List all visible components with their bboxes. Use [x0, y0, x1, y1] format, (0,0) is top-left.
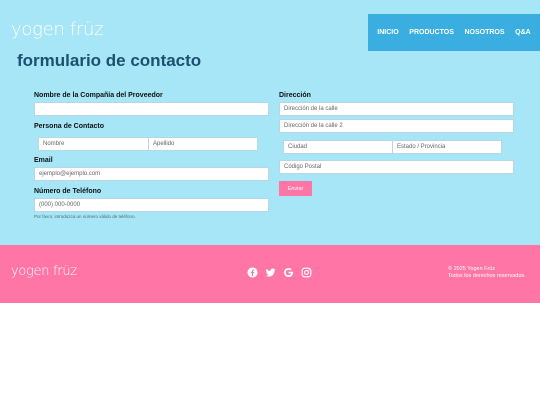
- submit-button[interactable]: Enviar: [279, 181, 312, 196]
- first-name-field[interactable]: Nombre: [38, 137, 149, 151]
- postal-code-field[interactable]: Código Postal: [279, 160, 514, 174]
- phone-label: Número de Teléfono: [34, 188, 102, 195]
- page-title: formulario de contacto: [17, 51, 202, 70]
- footer-logo[interactable]: yogen früz: [11, 264, 77, 279]
- company-field[interactable]: [34, 102, 269, 116]
- social-links: [246, 266, 312, 278]
- nav-qa[interactable]: Q&A: [515, 29, 531, 36]
- copyright: © 2025 Yogen Früz Todos los derechos res…: [448, 266, 526, 280]
- email-field[interactable]: ejemplo@ejemplo.com: [34, 167, 269, 181]
- contact-label: Persona de Contacto: [34, 123, 105, 130]
- city-field[interactable]: Ciudad: [283, 140, 393, 154]
- twitter-icon[interactable]: [264, 266, 276, 278]
- footer: yogen früz © 2025 Yogen Früz Todos los d…: [0, 245, 540, 303]
- copyright-line2: Todos los derechos reservados.: [448, 273, 526, 279]
- facebook-icon[interactable]: [246, 266, 258, 278]
- nav-productos[interactable]: PRODUCTOS: [409, 29, 454, 36]
- logo[interactable]: yogen früz: [11, 19, 104, 40]
- instagram-icon[interactable]: [300, 266, 312, 278]
- street-field[interactable]: Dirección de la calle: [279, 102, 514, 116]
- nav-nosotros[interactable]: NOSOTROS: [464, 29, 504, 36]
- copyright-line1: © 2025 Yogen Früz: [448, 266, 496, 272]
- last-name-field[interactable]: Apellido: [148, 137, 258, 151]
- email-label: Email: [34, 157, 53, 164]
- street2-field[interactable]: Dirección de la calle 2: [279, 119, 514, 133]
- main-nav: INICIO PRODUCTOS NOSOTROS Q&A: [368, 14, 540, 51]
- google-icon[interactable]: [282, 266, 294, 278]
- company-label: Nombre de la Compañía del Proveedor: [34, 92, 163, 99]
- nav-inicio[interactable]: INICIO: [377, 29, 398, 36]
- phone-help-text: Por favor, introduzca un número válido d…: [34, 214, 136, 219]
- phone-field[interactable]: (000) 000-0000: [34, 198, 269, 212]
- main-section: yogen früz INICIO PRODUCTOS NOSOTROS Q&A…: [0, 0, 540, 245]
- state-field[interactable]: Estado / Provincia: [392, 140, 502, 154]
- address-label: Dirección: [279, 92, 311, 99]
